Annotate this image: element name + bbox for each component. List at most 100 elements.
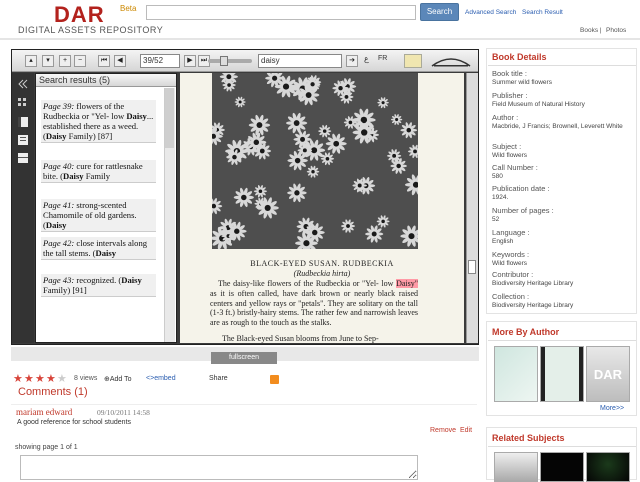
search-input[interactable]	[146, 5, 416, 20]
author-book-thumb[interactable]: DAR	[586, 346, 630, 402]
text-icon[interactable]	[17, 135, 29, 145]
search-result-item[interactable]: Page 40: cure for rattlesnake bite. (Dai…	[41, 160, 156, 183]
related-subject-thumb[interactable]	[586, 452, 630, 482]
more-link[interactable]: More>>	[600, 405, 624, 412]
star-icon[interactable]: ★	[35, 372, 45, 385]
more-by-author-title: More By Author	[492, 327, 560, 337]
related-subject-thumb[interactable]	[540, 452, 584, 482]
details-divider	[488, 65, 636, 66]
page-body-text-2: The Black-eyed Susan blooms from June to…	[222, 334, 379, 343]
viewer-scrollbar-thumb[interactable]	[468, 260, 476, 274]
detail-value: Wild flowers	[492, 152, 528, 159]
page-slider-track[interactable]	[208, 59, 252, 63]
detail-value: Biodiversity Heritage Library	[492, 302, 574, 309]
page-number-field[interactable]: 39/52	[140, 54, 180, 68]
find-in-book-input[interactable]: daisy	[258, 54, 342, 68]
prev-page-icon[interactable]: ◀	[114, 55, 126, 67]
search-results-panel: Search results (5) Page 39: flowers of t…	[35, 73, 177, 343]
books-link[interactable]: Books |	[580, 27, 602, 34]
detail-label: Call Number :	[492, 163, 538, 172]
related-subjects-title: Related Subjects	[492, 433, 565, 443]
star-icon[interactable]: ★	[57, 372, 67, 385]
related-divider	[488, 446, 636, 447]
related-subject-thumb[interactable]	[494, 452, 538, 482]
fullscreen-button[interactable]: fullscreen	[211, 352, 277, 364]
search-button[interactable]: Search	[420, 3, 459, 21]
viewer-side-panel	[12, 73, 34, 343]
detail-value: English	[492, 238, 514, 245]
detail-label: Contributor :	[492, 270, 534, 279]
detail-label: Author :	[492, 113, 519, 122]
pagination-text: showing page 1 of 1	[15, 444, 78, 451]
book-viewer: ▴ ▾ + − ⏮ ◀ 39/52 ▶ ⏭ daisy ➔ ع FR Searc…	[11, 49, 479, 345]
detail-label: Publisher :	[492, 91, 528, 100]
one-page-icon[interactable]: ▴	[25, 55, 37, 67]
star-icon[interactable]: ★	[24, 372, 34, 385]
detail-value: Wild flowers	[492, 260, 528, 267]
author-book-thumb[interactable]	[540, 346, 584, 402]
rss-icon[interactable]	[270, 375, 279, 384]
arabic-button[interactable]: ع	[364, 54, 369, 63]
search-results-title: Search results (5)	[36, 74, 176, 87]
book-details-title: Book Details	[492, 52, 547, 62]
edit-comment-link[interactable]: Edit	[460, 427, 472, 434]
add-to-link[interactable]: ⊕Add To	[104, 375, 132, 383]
search-result-item[interactable]: Page 42: close intervals along the tall …	[41, 237, 156, 260]
detail-value: 1924.	[492, 194, 509, 201]
detail-label: Subject :	[492, 142, 522, 151]
page-latin-name: (Rudbeckia hirta)	[293, 269, 351, 278]
next-page-icon[interactable]: ▶	[184, 55, 196, 67]
more-divider	[488, 340, 636, 341]
comment-date: 09/10/2011 14:58	[97, 408, 150, 417]
find-go-icon[interactable]: ➔	[346, 55, 358, 67]
detail-value: Summer wild flowers	[492, 79, 552, 86]
search-result-link[interactable]: Search Result	[522, 9, 563, 16]
detail-value: Biodiversity Heritage Library	[492, 280, 574, 287]
advanced-search-link[interactable]: Advanced Search	[465, 9, 516, 16]
remove-comment-link[interactable]: Remove	[430, 427, 456, 434]
detail-label: Collection :	[492, 292, 530, 301]
view-count: 8 views	[74, 375, 98, 382]
book-icon[interactable]	[17, 117, 29, 127]
detail-label: Language :	[492, 228, 530, 237]
bookmark-icon[interactable]	[404, 54, 422, 68]
results-scrollbar-thumb[interactable]	[165, 88, 174, 148]
detail-label: Number of pages :	[492, 206, 554, 215]
black-eyed-susan-photo	[212, 73, 418, 249]
two-page-icon[interactable]: ▾	[42, 55, 54, 67]
detail-value: 580	[492, 173, 503, 180]
header-divider	[0, 38, 640, 40]
detail-label: Publication date :	[492, 184, 550, 193]
search-result-item[interactable]: Page 41: strong-scented Chamomile of old…	[41, 199, 156, 232]
detail-label: Keywords :	[492, 250, 530, 259]
star-icon[interactable]: ★	[46, 372, 56, 385]
beta-badge: Beta	[120, 4, 137, 13]
photos-link[interactable]: Photos	[606, 27, 626, 34]
zoom-in-icon[interactable]: +	[59, 55, 71, 67]
page-slider-handle[interactable]	[220, 56, 228, 66]
french-button[interactable]: FR	[378, 55, 387, 62]
comment-divider	[11, 404, 477, 405]
search-result-item[interactable]: Page 43: recognized. (Daisy Family) [91]	[41, 274, 156, 297]
viewer-scrollbar[interactable]	[466, 73, 478, 343]
detail-value: Macbride, J Francis; Brownell, Leverett …	[492, 123, 623, 130]
zoom-out-icon[interactable]: −	[74, 55, 86, 67]
detail-value: 52	[492, 216, 500, 223]
comment-author[interactable]: mariam edward	[16, 407, 72, 417]
comments-title: Comments (1)	[18, 386, 88, 398]
viewer-toolbar: ▴ ▾ + − ⏮ ◀ 39/52 ▶ ⏭ daisy ➔ ع FR	[12, 50, 478, 72]
site-header: DAR Beta DIGITAL ASSETS REPOSITORY Searc…	[0, 0, 640, 44]
author-book-thumb[interactable]	[494, 346, 538, 402]
comment-textarea[interactable]	[20, 455, 418, 480]
share-label[interactable]: Share	[209, 375, 228, 382]
thumbnails-icon[interactable]	[17, 97, 29, 107]
pages-icon[interactable]	[17, 153, 29, 163]
search-result-item[interactable]: Page 39: flowers of the Rudbeckia or "Ye…	[41, 100, 156, 143]
search-highlight: Daisy"	[396, 279, 419, 288]
embed-link[interactable]: <>embed	[146, 375, 176, 382]
first-page-icon[interactable]: ⏮	[98, 55, 110, 67]
star-icon[interactable]: ★	[13, 372, 23, 385]
site-subtitle: DIGITAL ASSETS REPOSITORY	[18, 25, 164, 35]
library-logo-icon	[431, 58, 471, 67]
collapse-icon[interactable]	[17, 79, 29, 89]
